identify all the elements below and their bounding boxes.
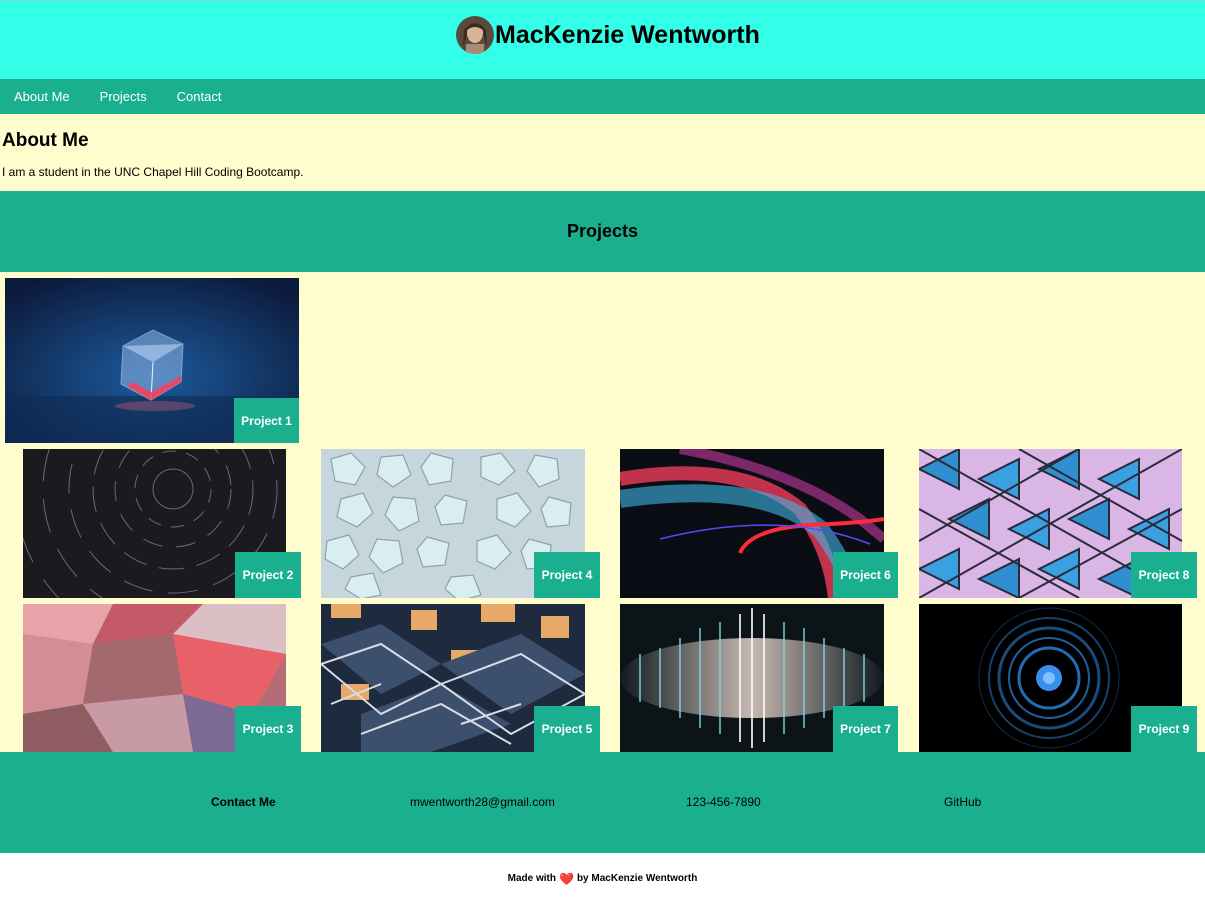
- header-brand: MacKenzie Wentworth: [456, 15, 760, 55]
- site-title: MacKenzie Wentworth: [495, 20, 760, 49]
- project-card-8[interactable]: Project 8: [919, 449, 1197, 598]
- nav-item-contact[interactable]: Contact: [177, 89, 222, 104]
- avatar: [456, 16, 494, 54]
- github-link[interactable]: GitHub: [944, 795, 981, 809]
- projects-banner: Projects: [0, 191, 1205, 272]
- project-label-6[interactable]: Project 6: [833, 552, 898, 598]
- project-card-3[interactable]: Project 3: [23, 604, 301, 752]
- heart-icon: ❤️: [559, 871, 574, 886]
- project-label-9[interactable]: Project 9: [1131, 706, 1197, 752]
- project-card-5[interactable]: Project 5: [321, 604, 600, 752]
- project-card-4[interactable]: Project 4: [321, 449, 600, 598]
- project-card-2[interactable]: Project 2: [23, 449, 301, 598]
- project-label-3[interactable]: Project 3: [235, 706, 301, 752]
- contact-footer: Contact Me mwentworth28@gmail.com 123-45…: [0, 752, 1205, 853]
- project-card-7[interactable]: Project 7: [620, 604, 898, 752]
- project-label-7[interactable]: Project 7: [833, 706, 898, 752]
- project-card-1[interactable]: Project 1: [5, 278, 299, 443]
- credit-suffix: by MacKenzie Wentworth: [576, 873, 698, 884]
- nav-item-projects[interactable]: Projects: [100, 89, 147, 104]
- project-label-4[interactable]: Project 4: [534, 552, 600, 598]
- projects-grid: Project 1 Project 2 Project 4 Project 6 …: [0, 272, 1205, 752]
- credit-prefix: Made with: [507, 873, 556, 884]
- contact-email[interactable]: mwentworth28@gmail.com: [410, 795, 555, 809]
- project-label-8[interactable]: Project 8: [1131, 552, 1197, 598]
- contact-title: Contact Me: [211, 795, 276, 809]
- projects-heading: Projects: [566, 221, 639, 241]
- contact-phone[interactable]: 123-456-7890: [686, 795, 761, 809]
- about-heading: About Me: [2, 130, 89, 151]
- about-text: I am a student in the UNC Chapel Hill Co…: [2, 165, 304, 179]
- credit-line: Made with ❤️ by MacKenzie Wentworth: [0, 853, 1205, 904]
- nav-item-about-me[interactable]: About Me: [14, 89, 70, 104]
- project-label-5[interactable]: Project 5: [534, 706, 600, 752]
- project-card-6[interactable]: Project 6: [620, 449, 898, 598]
- main-nav: About Me Projects Contact: [0, 79, 1205, 114]
- project-label-1[interactable]: Project 1: [234, 398, 299, 443]
- about-section: About Me I am a student in the UNC Chape…: [0, 114, 1205, 191]
- project-label-2[interactable]: Project 2: [235, 552, 301, 598]
- site-header: MacKenzie Wentworth: [0, 0, 1205, 79]
- project-card-9[interactable]: Project 9: [919, 604, 1197, 752]
